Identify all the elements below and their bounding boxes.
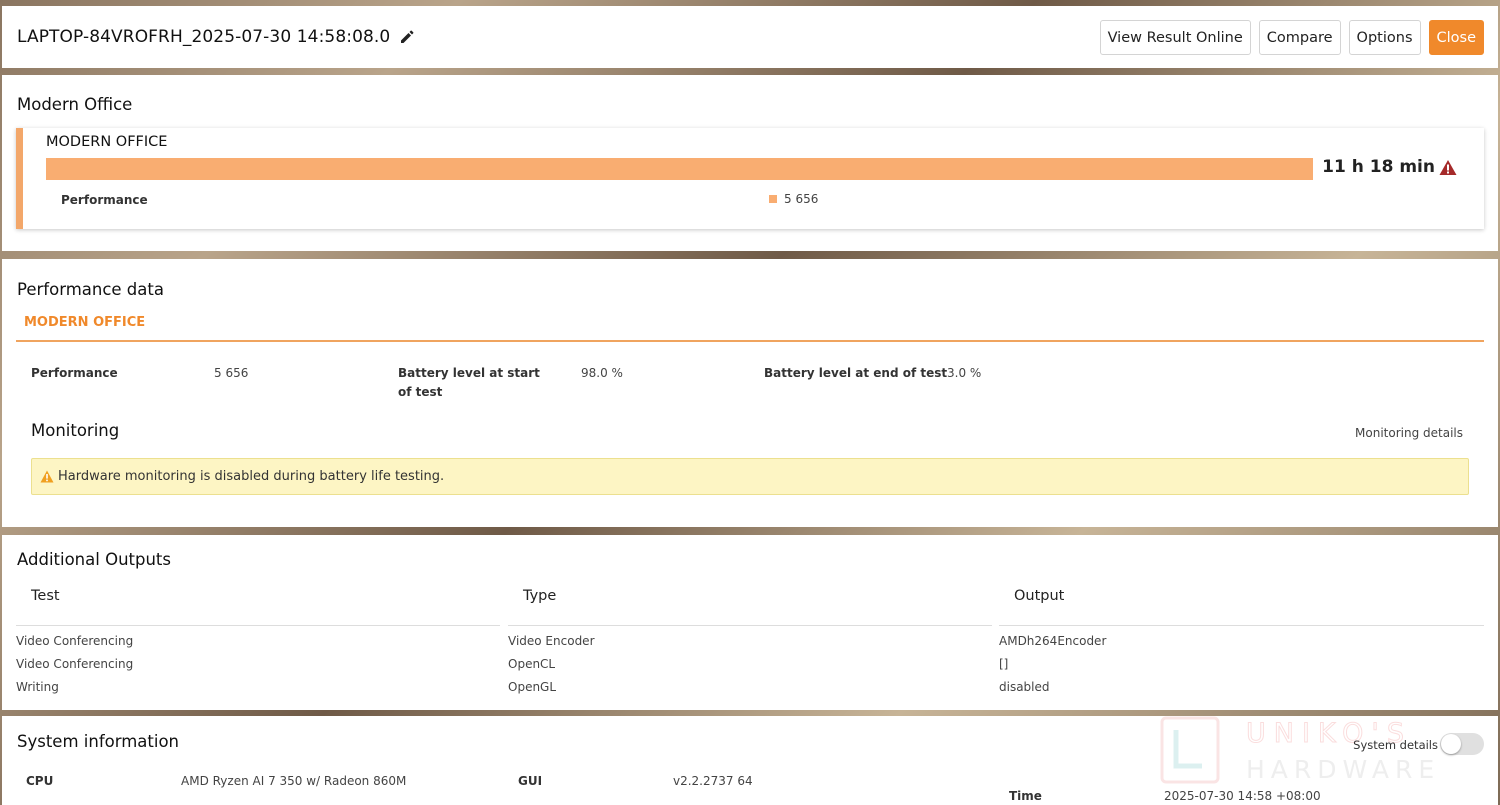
benchmark-card-title: MODERN OFFICE (46, 134, 168, 150)
toggle-knob (1441, 734, 1461, 754)
pencil-icon[interactable] (399, 29, 415, 45)
watermark-text-2: HARDWARE (1246, 755, 1440, 784)
table-cell: OpenCL (508, 657, 556, 671)
close-button[interactable]: Close (1428, 20, 1484, 55)
performance-legend-swatch (769, 195, 777, 203)
benchmark-section-title: Modern Office (17, 95, 133, 114)
warning-icon (40, 470, 54, 483)
result-header: LAPTOP-84VROFRH_2025-07-30 14:58:08.0 Vi… (2, 6, 1498, 68)
performance-data-title: Performance data (17, 280, 164, 299)
system-label-gui: GUI (518, 774, 543, 788)
system-label-time: Time (1009, 789, 1042, 803)
warning-icon[interactable] (1439, 159, 1457, 176)
view-result-online-button[interactable]: View Result Online (1099, 20, 1251, 55)
tab-underline (16, 340, 1484, 342)
kv-label-battery-end: Battery level at end of test (764, 366, 948, 380)
tab-modern-office[interactable]: MODERN OFFICE (24, 315, 145, 330)
monitoring-disabled-alert: Hardware monitoring is disabled during b… (31, 458, 1469, 495)
system-value-cpu: AMD Ryzen AI 7 350 w/ Radeon 860M (181, 774, 407, 788)
result-title: LAPTOP-84VROFRH_2025-07-30 14:58:08.0 (17, 27, 391, 47)
system-information-section: UNIKO'S HARDWARE System information Syst… (2, 716, 1498, 805)
table-cell: Video Conferencing (16, 657, 134, 671)
table-cell: Writing (16, 680, 59, 694)
compare-button[interactable]: Compare (1258, 20, 1341, 55)
options-button[interactable]: Options (1348, 20, 1421, 55)
table-cell: AMDh264Encoder (999, 634, 1107, 648)
system-label-cpu: CPU (26, 774, 54, 788)
system-details-label: System details (1353, 738, 1438, 752)
additional-outputs-section: Additional Outputs Test Type Output Vide… (2, 535, 1498, 710)
system-value-time: 2025-07-30 14:58 +08:00 (1164, 789, 1321, 803)
column-divider (508, 625, 992, 626)
column-divider (999, 625, 1484, 626)
system-information-title: System information (17, 732, 180, 751)
table-cell: disabled (999, 680, 1050, 694)
kv-value-battery-end: 3.0 % (947, 366, 982, 380)
title-wrap: LAPTOP-84VROFRH_2025-07-30 14:58:08.0 (17, 27, 415, 47)
system-value-gui: v2.2.2737 64 (673, 774, 753, 788)
monitoring-details-link[interactable]: Monitoring details (1355, 426, 1463, 440)
performance-value: 5 656 (784, 192, 819, 206)
alert-text: Hardware monitoring is disabled during b… (58, 469, 445, 484)
kv-value-battery-start: 98.0 % (581, 366, 623, 380)
table-cell: Video Encoder (508, 634, 595, 648)
additional-outputs-title: Additional Outputs (17, 550, 171, 569)
system-details-toggle[interactable] (1440, 733, 1484, 755)
kv-label-performance: Performance (31, 366, 118, 380)
top-button-group: View Result Online Compare Options Close (1099, 20, 1484, 55)
table-cell: [] (999, 657, 1009, 671)
benchmark-score-value: 11 h 18 min (1322, 157, 1435, 177)
column-header-output: Output (1014, 588, 1065, 604)
benchmark-section: Modern Office MODERN OFFICE 11 h 18 min … (2, 75, 1498, 251)
benchmark-score-bar (46, 158, 1313, 180)
benchmark-score: 11 h 18 min (1322, 157, 1457, 177)
performance-label: Performance (61, 193, 148, 207)
column-header-type: Type (523, 588, 557, 604)
column-divider (16, 625, 500, 626)
benchmark-card: MODERN OFFICE 11 h 18 min Performance 5 … (16, 128, 1484, 229)
monitoring-title: Monitoring (31, 421, 120, 440)
performance-data-section: Performance data MODERN OFFICE Performan… (2, 259, 1498, 527)
table-cell: Video Conferencing (16, 634, 134, 648)
column-header-test: Test (31, 588, 60, 604)
kv-label-battery-start: Battery level at start of test (398, 366, 540, 399)
kv-value-performance: 5 656 (214, 366, 249, 380)
table-cell: OpenGL (508, 680, 557, 694)
